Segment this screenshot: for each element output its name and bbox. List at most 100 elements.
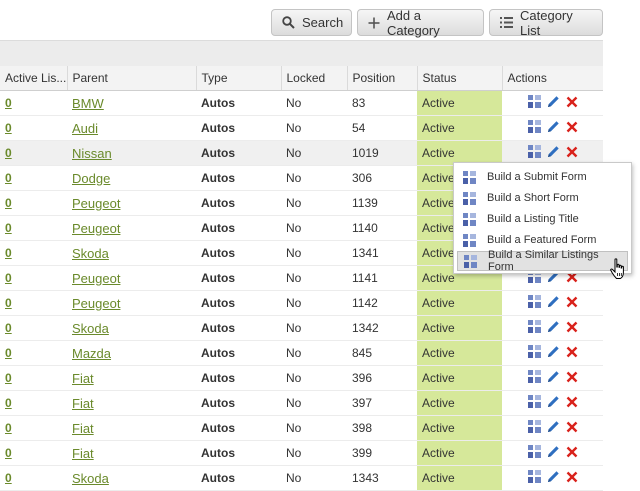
col-header-position[interactable]: Position [347,66,418,91]
active-listings-link[interactable]: 0 [5,346,12,360]
parent-link[interactable]: Dodge [72,171,110,186]
status-cell: Active [417,440,502,466]
pencil-icon[interactable] [547,95,560,111]
active-listings-link[interactable]: 0 [5,121,12,135]
active-listings-link[interactable]: 0 [5,446,12,460]
active-listings-link[interactable]: 0 [5,371,12,385]
delete-x-icon[interactable] [566,446,578,461]
parent-link[interactable]: Skoda [72,471,109,486]
pencil-icon[interactable] [547,470,560,486]
pencil-icon[interactable] [547,420,560,436]
pencil-icon[interactable] [547,295,560,311]
parent-link[interactable]: Mazda [72,346,111,361]
active-listings-link[interactable]: 0 [5,171,12,185]
delete-x-icon[interactable] [566,471,578,486]
col-header-status[interactable]: Status [417,66,503,91]
parent-link[interactable]: Nissan [72,146,112,161]
table-row: 0 Audi Autos No 54 Active [0,115,603,141]
active-listings-link[interactable]: 0 [5,396,12,410]
type-cell: Autos [196,465,281,491]
active-listings-link[interactable]: 0 [5,196,12,210]
pencil-icon[interactable] [547,370,560,386]
add-category-button[interactable]: Add a Category [357,8,484,38]
build-form-icon[interactable] [527,95,541,111]
build-form-icon[interactable] [527,145,541,161]
search-icon [282,16,295,29]
parent-link[interactable]: Peugeot [72,271,120,286]
delete-x-icon[interactable] [566,96,578,111]
active-listings-link[interactable]: 0 [5,96,12,110]
parent-cell: Skoda [67,465,196,491]
col-header-type[interactable]: Type [196,66,282,91]
type-cell: Autos [196,165,281,191]
active-listings-link[interactable]: 0 [5,321,12,335]
active-listings-cell: 0 [0,265,67,291]
build-form-icon[interactable] [527,345,541,361]
delete-x-icon[interactable] [566,396,578,411]
delete-x-icon[interactable] [566,346,578,361]
category-list-button[interactable]: Category List [489,8,603,38]
parent-cell: Peugeot [67,265,196,291]
parent-cell: Skoda [67,240,196,266]
search-button[interactable]: Search [271,9,352,36]
active-listings-link[interactable]: 0 [5,246,12,260]
active-listings-link[interactable]: 0 [5,421,12,435]
pencil-icon[interactable] [547,320,560,336]
menu-item-build-listing-title[interactable]: Build a Listing Title [457,209,628,229]
delete-x-icon[interactable] [566,421,578,436]
build-form-icon[interactable] [527,320,541,336]
build-form-icon[interactable] [527,295,541,311]
menu-item-build-similar-listings-form[interactable]: Build a Similar Listings Form [457,249,628,273]
parent-link[interactable]: Peugeot [72,196,120,211]
col-header-parent[interactable]: Parent [67,66,197,91]
delete-x-icon[interactable] [566,321,578,336]
parent-link[interactable]: Fiat [72,446,94,461]
position-cell: 1342 [347,315,417,341]
active-listings-link[interactable]: 0 [5,471,12,485]
pencil-icon[interactable] [547,145,560,161]
build-form-icon[interactable] [527,445,541,461]
col-header-locked[interactable]: Locked [281,66,348,91]
menu-item-build-submit-form[interactable]: Build a Submit Form [457,167,628,187]
type-cell: Autos [196,440,281,466]
menu-item-build-short-form[interactable]: Build a Short Form [457,188,628,208]
build-form-icon[interactable] [527,395,541,411]
active-listings-link[interactable]: 0 [5,271,12,285]
active-listings-link[interactable]: 0 [5,296,12,310]
delete-x-icon[interactable] [566,121,578,136]
build-form-icon[interactable] [527,370,541,386]
position-cell: 1341 [347,240,417,266]
active-listings-link[interactable]: 0 [5,221,12,235]
position-cell: 83 [347,90,417,116]
active-listings-cell: 0 [0,365,67,391]
parent-link[interactable]: Fiat [72,396,94,411]
menu-item-label: Build a Featured Form [487,234,597,246]
parent-link[interactable]: Fiat [72,421,94,436]
delete-x-icon[interactable] [566,296,578,311]
build-form-icon[interactable] [527,420,541,436]
build-form-icon[interactable] [527,120,541,136]
pencil-icon[interactable] [547,445,560,461]
status-cell: Active [417,315,502,341]
col-header-active-listings[interactable]: Active Lis... [0,66,68,91]
pencil-icon[interactable] [547,120,560,136]
parent-link[interactable]: Skoda [72,321,109,336]
pencil-icon[interactable] [547,395,560,411]
active-listings-link[interactable]: 0 [5,146,12,160]
pencil-icon[interactable] [547,345,560,361]
table-row: 0 Skoda Autos No 1343 Active [0,465,603,491]
parent-link[interactable]: Peugeot [72,221,120,236]
parent-link[interactable]: Peugeot [72,296,120,311]
delete-x-icon[interactable] [566,371,578,386]
table-row: 0 Fiat Autos No 399 Active [0,440,603,466]
delete-x-icon[interactable] [566,146,578,161]
build-form-icon[interactable] [527,470,541,486]
parent-link[interactable]: Skoda [72,246,109,261]
position-cell: 1019 [347,140,417,166]
parent-link[interactable]: BMW [72,96,104,111]
menu-item-build-featured-form[interactable]: Build a Featured Form [457,230,628,250]
parent-cell: Peugeot [67,290,196,316]
parent-link[interactable]: Fiat [72,371,94,386]
parent-link[interactable]: Audi [72,121,98,136]
type-cell: Autos [196,315,281,341]
